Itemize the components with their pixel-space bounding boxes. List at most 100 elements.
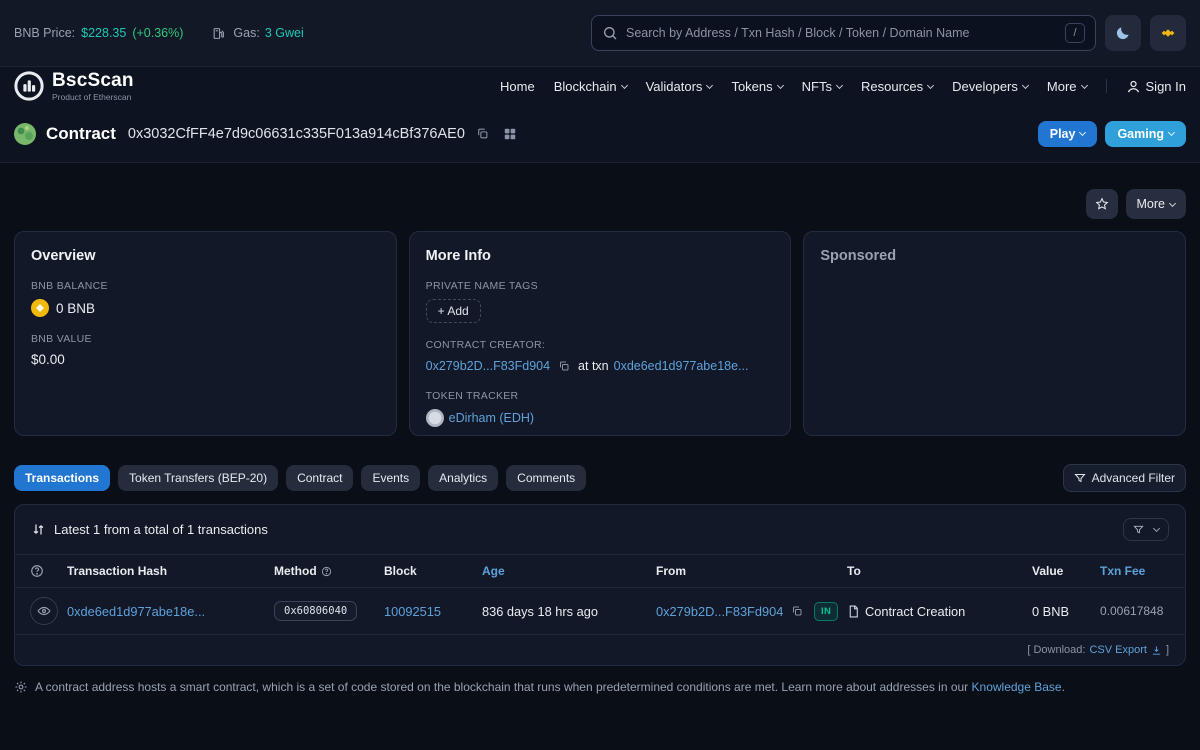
bnb-value-amount: $0.00 bbox=[31, 352, 65, 367]
nav-item-developers[interactable]: Developers bbox=[952, 79, 1028, 94]
bnb-chain-button[interactable] bbox=[1150, 15, 1186, 51]
table-header-row: Transaction Hash Method Block Age From T… bbox=[15, 554, 1185, 588]
col-method: Method bbox=[274, 564, 384, 578]
token-tracker-label: TOKEN TRACKER bbox=[426, 390, 775, 402]
tab-contract[interactable]: Contract bbox=[286, 465, 353, 491]
search-input[interactable] bbox=[626, 26, 1057, 40]
favorite-button[interactable] bbox=[1086, 189, 1118, 219]
play-dropdown-button[interactable]: Play bbox=[1038, 121, 1098, 147]
knowledge-base-link[interactable]: Knowledge Base bbox=[972, 680, 1062, 694]
chevron-down-icon bbox=[836, 81, 843, 88]
bscscan-logo-icon bbox=[14, 71, 44, 101]
tab-token-transfers[interactable]: Token Transfers (BEP-20) bbox=[118, 465, 278, 491]
bnb-price-link[interactable]: $228.35 bbox=[81, 26, 126, 40]
bscscan-logo[interactable]: BscScan Product of Etherscan bbox=[14, 71, 134, 102]
table-row: 0xde6ed1d977abe18e... 0x60806040 1009251… bbox=[15, 588, 1185, 635]
nav-item-more[interactable]: More bbox=[1047, 79, 1087, 94]
theme-toggle-button[interactable] bbox=[1105, 15, 1141, 51]
sign-in-link[interactable]: Sign In bbox=[1126, 79, 1186, 94]
nav-divider bbox=[1106, 79, 1107, 93]
copy-icon bbox=[476, 127, 489, 140]
qr-grid-button[interactable] bbox=[500, 125, 520, 143]
more-info-title: More Info bbox=[426, 248, 775, 264]
download-suffix: ] bbox=[1166, 644, 1169, 656]
col-from: From bbox=[656, 564, 814, 578]
creation-txn-link[interactable]: 0xde6ed1d977abe18e... bbox=[614, 359, 749, 373]
col-block: Block bbox=[384, 564, 482, 578]
copy-icon bbox=[791, 605, 803, 617]
more-dropdown-button[interactable]: More bbox=[1126, 189, 1186, 219]
tab-analytics[interactable]: Analytics bbox=[428, 465, 498, 491]
txn-hash-link[interactable]: 0xde6ed1d977abe18e... bbox=[67, 604, 274, 619]
private-name-tags-label: PRIVATE NAME TAGS bbox=[426, 280, 775, 292]
chevron-down-icon bbox=[1169, 199, 1176, 206]
tab-events[interactable]: Events bbox=[361, 465, 420, 491]
contract-header: Contract 0x3032CfFF4e7d9c06631c335F013a9… bbox=[0, 105, 1200, 163]
page-title: Contract bbox=[46, 124, 116, 144]
overview-card: Overview BNB BALANCE 0 BNB BNB VALUE $0.… bbox=[14, 231, 397, 436]
bnb-price-change: (+0.36%) bbox=[132, 26, 183, 40]
bnb-balance-label: BNB BALANCE bbox=[31, 280, 380, 292]
nav-item-nfts[interactable]: NFTs bbox=[802, 79, 842, 94]
chevron-down-icon bbox=[1080, 81, 1087, 88]
funnel-icon bbox=[1074, 472, 1086, 484]
token-icon bbox=[426, 409, 444, 427]
to-cell: Contract Creation bbox=[865, 604, 965, 619]
copy-address-button[interactable] bbox=[473, 125, 492, 142]
table-footer: [ Download: CSV Export ] bbox=[15, 635, 1185, 665]
gas-pump-icon bbox=[209, 25, 228, 42]
nav-item-validators[interactable]: Validators bbox=[646, 79, 713, 94]
star-icon bbox=[1095, 197, 1109, 211]
copy-creator-button[interactable] bbox=[555, 358, 573, 374]
block-link[interactable]: 10092515 bbox=[384, 604, 482, 619]
copy-from-button[interactable] bbox=[788, 603, 806, 619]
from-address-link[interactable]: 0x279b2D...F83Fd904 bbox=[656, 604, 783, 619]
sort-icon bbox=[31, 522, 46, 537]
grid-icon bbox=[503, 127, 517, 141]
nav-item-resources[interactable]: Resources bbox=[861, 79, 933, 94]
nav-item-home[interactable]: Home bbox=[500, 79, 535, 94]
table-filter-button[interactable] bbox=[1123, 518, 1169, 541]
col-to: To bbox=[847, 564, 1032, 578]
value-cell: 0 BNB bbox=[1032, 604, 1100, 619]
moon-icon bbox=[1115, 25, 1131, 41]
contract-identicon bbox=[14, 123, 36, 145]
contract-icon bbox=[847, 605, 860, 618]
chevron-down-icon bbox=[777, 81, 784, 88]
nav-item-blockchain[interactable]: Blockchain bbox=[554, 79, 627, 94]
bnb-balance-value: 0 BNB bbox=[56, 301, 95, 316]
add-tag-button[interactable]: + Add bbox=[426, 299, 481, 323]
creator-address-link[interactable]: 0x279b2D...F83Fd904 bbox=[426, 359, 550, 373]
gear-icon bbox=[14, 680, 28, 694]
col-age[interactable]: Age bbox=[482, 564, 656, 578]
brand-subtitle: Product of Etherscan bbox=[52, 93, 134, 102]
chevron-down-icon bbox=[621, 81, 628, 88]
nav-item-tokens[interactable]: Tokens bbox=[731, 79, 782, 94]
txn-fee-cell: 0.00617848 bbox=[1100, 604, 1185, 618]
question-circle-icon[interactable] bbox=[30, 564, 44, 578]
token-tracker-link[interactable]: eDirham (EDH) bbox=[449, 411, 534, 425]
direction-badge: IN bbox=[814, 602, 838, 621]
bnb-value-label: BNB VALUE bbox=[31, 333, 380, 345]
contract-creator-label: CONTRACT CREATOR: bbox=[426, 339, 775, 351]
csv-export-link[interactable]: CSV Export bbox=[1089, 644, 1146, 656]
advanced-filter-button[interactable]: Advanced Filter bbox=[1063, 464, 1186, 492]
download-icon bbox=[1151, 645, 1162, 656]
overview-title: Overview bbox=[31, 248, 380, 264]
contract-note: A contract address hosts a smart contrac… bbox=[14, 680, 1186, 694]
sponsored-title: Sponsored bbox=[820, 248, 1169, 264]
note-suffix: . bbox=[1062, 680, 1065, 694]
chevron-down-icon bbox=[1079, 129, 1086, 136]
gas-price-link[interactable]: 3 Gwei bbox=[265, 26, 304, 40]
eye-icon bbox=[37, 604, 51, 618]
sponsored-card: Sponsored bbox=[803, 231, 1186, 436]
tab-transactions[interactable]: Transactions bbox=[14, 465, 110, 491]
main-nav: BscScan Product of Etherscan Home Blockc… bbox=[0, 67, 1200, 105]
info-cards: Overview BNB BALANCE 0 BNB BNB VALUE $0.… bbox=[14, 231, 1186, 436]
col-txn-fee[interactable]: Txn Fee bbox=[1100, 564, 1185, 578]
col-transaction-hash: Transaction Hash bbox=[67, 564, 274, 578]
tab-comments[interactable]: Comments bbox=[506, 465, 586, 491]
gaming-dropdown-button[interactable]: Gaming bbox=[1105, 121, 1186, 147]
eye-button[interactable] bbox=[30, 597, 58, 625]
funnel-icon bbox=[1133, 524, 1144, 535]
